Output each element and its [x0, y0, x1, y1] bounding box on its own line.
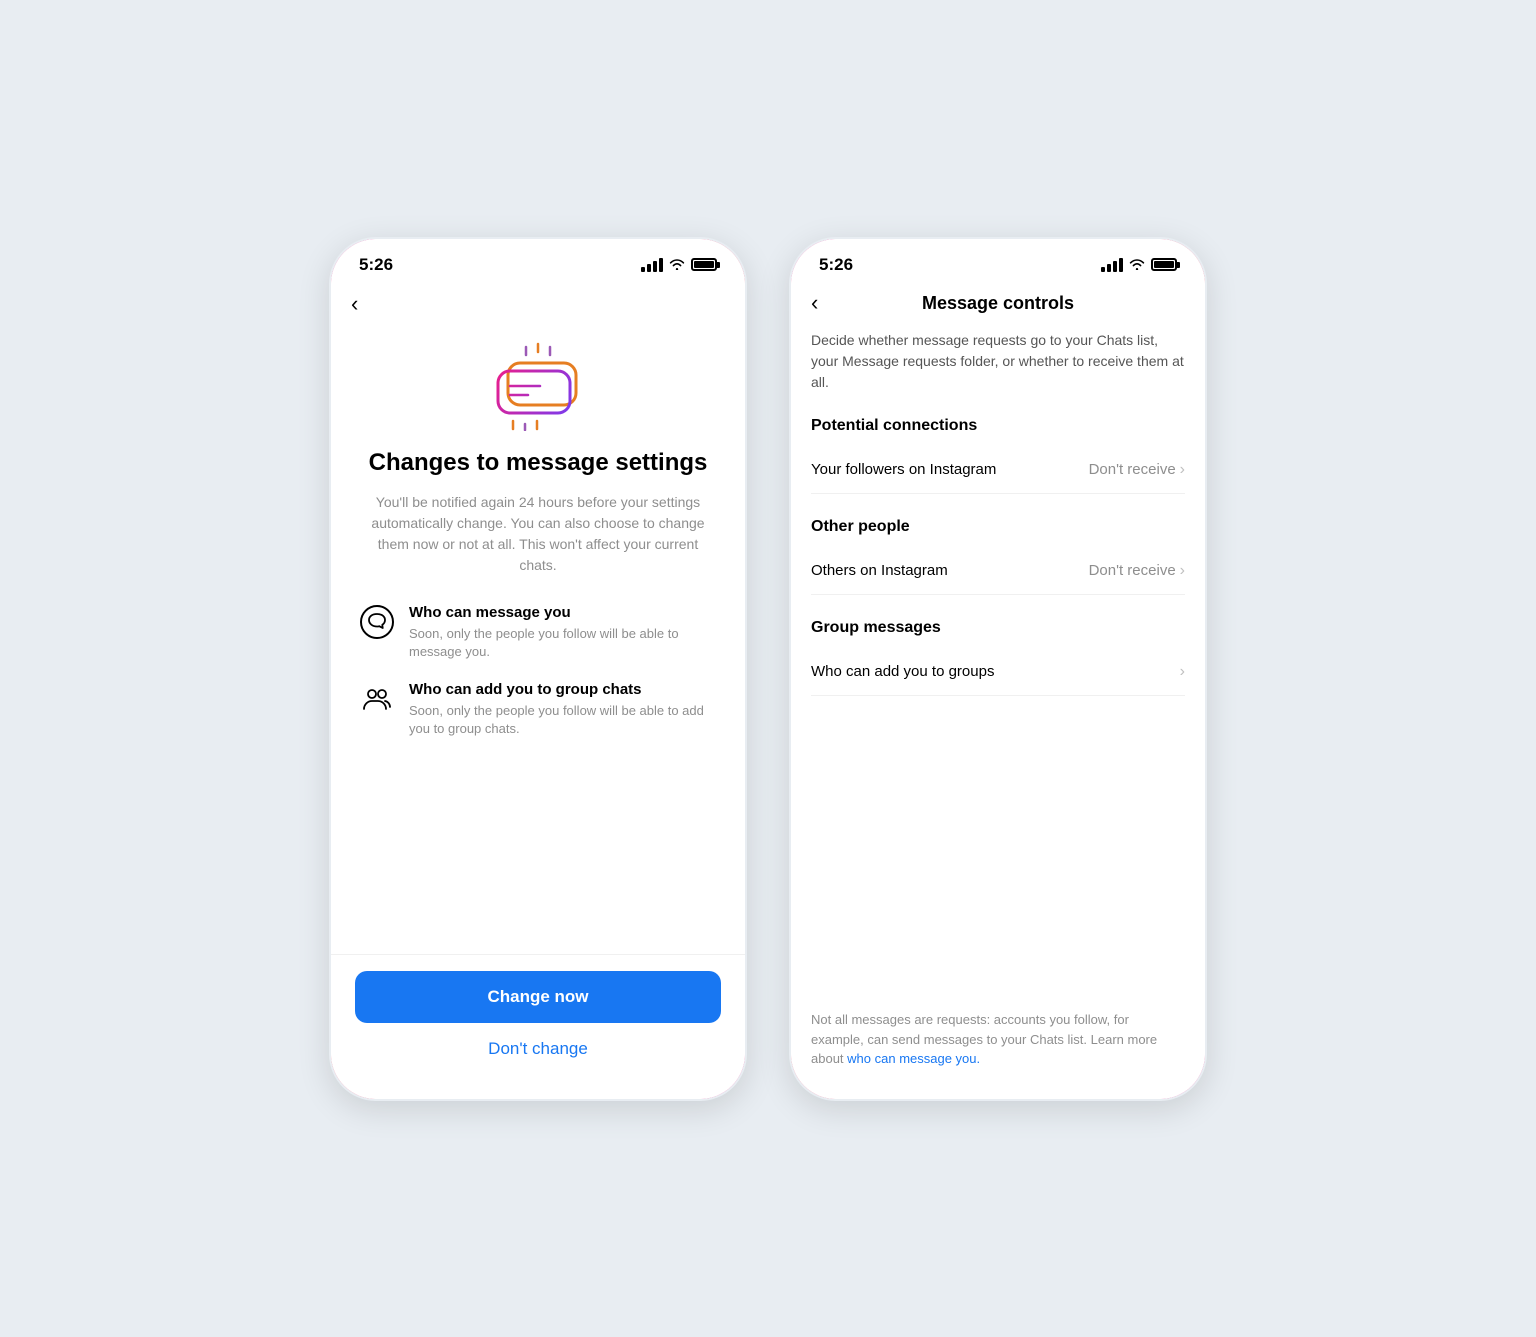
- feature-text-group: Who can add you to group chats Soon, onl…: [409, 681, 717, 738]
- chevron-right-icon-group: ›: [1180, 663, 1185, 681]
- control-row-group-right: ›: [1180, 663, 1185, 681]
- feature-text-message: Who can message you Soon, only the peopl…: [409, 604, 717, 661]
- section-label-group: Group messages: [811, 619, 1185, 637]
- phone-frame-screen1: 5:26: [328, 236, 748, 1102]
- screen1-title: Changes to message settings: [359, 447, 717, 478]
- section-label-other: Other people: [811, 518, 1185, 536]
- screen2-title: Message controls: [811, 293, 1185, 314]
- screen1-body: Changes to message settings You'll be no…: [331, 447, 745, 954]
- status-time-1: 5:26: [359, 255, 393, 275]
- section-gap-2: [811, 595, 1185, 615]
- control-row-followers-label: Your followers on Instagram: [811, 461, 996, 478]
- feature-desc-group: Soon, only the people you follow will be…: [409, 702, 717, 738]
- feature-item-group: Who can add you to group chats Soon, onl…: [359, 681, 717, 738]
- chevron-right-icon-others: ›: [1180, 562, 1185, 580]
- signal-icon: [641, 258, 663, 272]
- battery-icon: [691, 258, 717, 271]
- back-arrow-icon: ‹: [351, 291, 358, 316]
- status-bar-1: 5:26: [331, 239, 745, 283]
- status-time-2: 5:26: [819, 255, 853, 275]
- screen2-header: ‹ Message controls: [791, 283, 1205, 330]
- footer-note: Not all messages are requests: accounts …: [791, 994, 1205, 1099]
- back-button-2[interactable]: ‹: [811, 290, 818, 316]
- back-button-1[interactable]: ‹: [331, 283, 745, 321]
- status-bar-2: 5:26: [791, 239, 1205, 283]
- others-value: Don't receive: [1089, 562, 1176, 579]
- phone-inner-screen2: 5:26: [791, 239, 1205, 1099]
- phone-frame-screen2: 5:26: [788, 236, 1208, 1102]
- wifi-icon-2: [1129, 257, 1145, 273]
- message-settings-illustration: [478, 341, 598, 431]
- screen1-content: Changes to message settings You'll be no…: [331, 321, 745, 1099]
- control-row-others-label: Others on Instagram: [811, 562, 948, 579]
- control-row-others[interactable]: Others on Instagram Don't receive ›: [811, 548, 1185, 595]
- screen1-subtitle: You'll be notified again 24 hours before…: [359, 492, 717, 576]
- control-row-group-add[interactable]: Who can add you to groups ›: [811, 649, 1185, 696]
- screen2-description: Decide whether message requests go to yo…: [791, 330, 1205, 413]
- signal-icon-2: [1101, 258, 1123, 272]
- section-gap-1: [811, 494, 1185, 514]
- dont-change-button[interactable]: Don't change: [488, 1039, 588, 1059]
- change-now-button[interactable]: Change now: [355, 971, 721, 1023]
- control-row-followers-right: Don't receive ›: [1089, 461, 1185, 479]
- control-row-group-label: Who can add you to groups: [811, 663, 994, 680]
- wifi-icon: [669, 257, 685, 273]
- control-row-others-right: Don't receive ›: [1089, 562, 1185, 580]
- followers-value: Don't receive: [1089, 461, 1176, 478]
- bottom-actions: Change now Don't change: [331, 954, 745, 1099]
- section-label-potential: Potential connections: [811, 417, 1185, 435]
- status-icons-1: [641, 257, 717, 273]
- battery-icon-2: [1151, 258, 1177, 271]
- group-people-icon: [359, 681, 395, 717]
- feature-item-message: Who can message you Soon, only the peopl…: [359, 604, 717, 661]
- screens-container: 5:26: [328, 236, 1208, 1102]
- message-circle-icon: [359, 604, 395, 640]
- chevron-right-icon-followers: ›: [1180, 461, 1185, 479]
- status-icons-2: [1101, 257, 1177, 273]
- feature-title-message: Who can message you: [409, 604, 717, 621]
- control-row-followers[interactable]: Your followers on Instagram Don't receiv…: [811, 447, 1185, 494]
- footer-link[interactable]: who can message you.: [847, 1051, 980, 1066]
- illustration-container: [331, 321, 745, 447]
- controls-list: Potential connections Your followers on …: [791, 413, 1205, 995]
- phone-inner-screen1: 5:26: [331, 239, 745, 1099]
- feature-desc-message: Soon, only the people you follow will be…: [409, 625, 717, 661]
- feature-title-group: Who can add you to group chats: [409, 681, 717, 698]
